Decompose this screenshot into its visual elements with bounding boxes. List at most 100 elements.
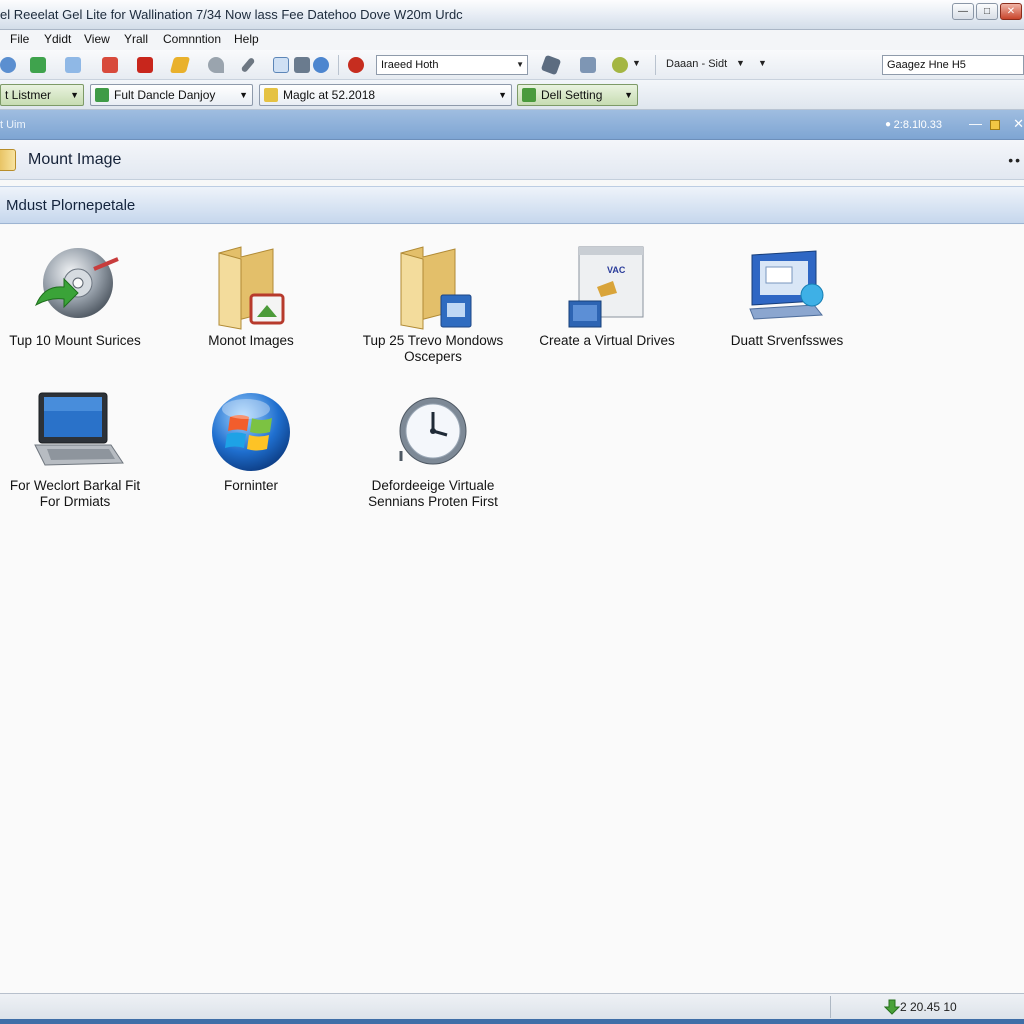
chevron-down-icon: ▼ <box>239 90 248 100</box>
clipboard-icon[interactable] <box>580 57 596 73</box>
view-dropdown[interactable]: Daaan - Sidt <box>666 58 727 70</box>
windows-logo-icon <box>210 391 292 473</box>
item-label: Monot Images <box>208 333 294 348</box>
page-header: Mount Image •• <box>0 140 1024 180</box>
pen-icon[interactable] <box>240 56 256 74</box>
chevron-down-icon: ▼ <box>624 90 633 100</box>
maximize-icon[interactable]: □ <box>976 3 998 20</box>
window-icon[interactable] <box>273 57 289 73</box>
download-arrow-icon <box>883 999 901 1015</box>
refresh-icon[interactable] <box>208 57 224 73</box>
search-input[interactable]: Gaagez Hne H5 <box>882 55 1024 75</box>
menu-tools[interactable]: Yrall <box>124 32 148 46</box>
stop-icon[interactable] <box>137 57 153 73</box>
record-icon[interactable] <box>348 57 364 73</box>
image-combo-value: Maglc at 52.2018 <box>283 88 376 102</box>
minus-icon[interactable]: — <box>969 116 982 131</box>
disc-mount-icon <box>30 245 120 325</box>
globe-icon[interactable] <box>313 57 329 73</box>
home-icon[interactable] <box>30 57 46 73</box>
image-combo[interactable]: Maglc at 52.2018 ▼ <box>259 84 512 106</box>
laptop-icon <box>23 389 127 471</box>
location-text: t Uim <box>0 119 26 131</box>
status-divider <box>830 996 831 1018</box>
window-controls: — □ ✕ <box>952 3 1022 20</box>
menu-file[interactable]: File <box>10 32 29 46</box>
back-icon[interactable] <box>0 57 16 73</box>
item-label: Tup 25 Trevo Mondows Oscepers <box>362 333 504 364</box>
item-data-services[interactable]: Duatt Srvenfsswes <box>712 245 862 355</box>
section-title: Mdust Plornepetale <box>6 197 136 214</box>
list-combo[interactable]: t Listmer ▼ <box>0 84 84 106</box>
grid-icon[interactable] <box>102 57 118 73</box>
section-header: Mdust Plornepetale <box>0 186 1024 224</box>
source-select[interactable]: Iraeed Hoth ▼ <box>376 55 528 75</box>
chevron-down-icon: ▼ <box>516 60 524 69</box>
status-text: 2 20.45 10 <box>900 1000 957 1014</box>
menu-help[interactable]: Help <box>234 32 259 46</box>
device-icon <box>95 88 109 102</box>
item-label: Tup 10 Mount Surices <box>9 333 141 348</box>
item-defordeeige-virtuale[interactable]: Defordeeige Virtuale Sennians Proten Fir… <box>346 389 520 519</box>
item-label: Defordeeige Virtuale Sennians Proten Fir… <box>368 478 498 509</box>
close-pane-icon[interactable]: ✕ <box>1013 116 1024 132</box>
secondary-toolbar: t Listmer ▼ Fult Dancle Danjoy ▼ Maglc a… <box>0 80 1024 110</box>
menu-edit[interactable]: Ydidt <box>44 32 71 46</box>
item-label: Create a Virtual Drives <box>539 333 675 348</box>
main-toolbar: Iraeed Hoth ▼ ▼ Daaan - Sidt ▼ ▼ Gaagez … <box>0 50 1024 80</box>
menu-view[interactable]: View <box>84 32 110 46</box>
folder-icon <box>0 149 16 171</box>
item-create-virtual-drives[interactable]: VAC Create a Virtual Drives <box>526 245 688 355</box>
close-icon[interactable]: ✕ <box>1000 3 1022 20</box>
upload-icon[interactable] <box>65 57 81 73</box>
svg-text:VAC: VAC <box>607 265 626 275</box>
window-title: el Reeelat Gel Lite for Wallination 7/34… <box>0 7 463 22</box>
device-combo-value: Fult Dancle Danjoy <box>114 88 216 102</box>
title-bar: el Reeelat Gel Lite for Wallination 7/34… <box>0 0 1024 30</box>
tag-icon[interactable] <box>169 57 191 73</box>
monitor-icon[interactable] <box>294 57 310 73</box>
clock-icon <box>397 395 469 467</box>
content-area: Tup 10 Mount Surices Monot Images Tup 25… <box>0 225 1024 993</box>
settings-icon <box>522 88 536 102</box>
virtual-drive-box-icon: VAC <box>567 245 647 331</box>
chevron-down-icon: ▼ <box>498 90 507 100</box>
item-windows-openers[interactable]: Tup 25 Trevo Mondows Oscepers <box>346 245 520 375</box>
plant-icon[interactable] <box>612 57 628 73</box>
item-mount-images[interactable]: Monot Images <box>176 245 326 355</box>
chevron-down-icon[interactable]: ▼ <box>758 58 767 68</box>
menu-connection[interactable]: Comnntion <box>163 32 221 46</box>
menu-bar: File Ydidt View Yrall Comnntion Help <box>0 30 1024 50</box>
item-mount-services[interactable]: Tup 10 Mount Surices <box>0 245 150 355</box>
address-bar: t Uim ● 2:8.1l0.33 — ✕ <box>0 110 1024 140</box>
minimize-icon[interactable]: — <box>952 3 974 20</box>
chevron-down-icon[interactable]: ▼ <box>736 58 745 68</box>
folder-images-icon <box>211 245 291 331</box>
folder-icon <box>264 88 278 102</box>
source-select-value: Iraeed Hoth <box>381 59 439 71</box>
settings-combo-value: Dell Setting <box>541 88 603 102</box>
search-input-value: Gaagez Hne H5 <box>887 59 966 71</box>
list-combo-value: t Listmer <box>5 88 52 102</box>
taskbar-strip <box>0 1019 1024 1024</box>
more-options-icon[interactable]: •• <box>1008 152 1022 168</box>
item-forninter[interactable]: Forninter <box>176 389 326 499</box>
folder-windows-icon <box>391 245 475 331</box>
chevron-down-icon: ▼ <box>70 90 79 100</box>
toolbar-separator <box>338 55 339 75</box>
settings-combo[interactable]: Dell Setting ▼ <box>517 84 638 106</box>
item-label: Forninter <box>223 478 279 493</box>
bullet-icon: ● <box>884 119 891 130</box>
item-label: Duatt Srvenfsswes <box>730 333 844 348</box>
toolbar-separator <box>655 55 656 75</box>
pin-icon[interactable] <box>990 120 1000 130</box>
tool-icon[interactable] <box>540 54 562 76</box>
page-title: Mount Image <box>28 151 122 168</box>
device-combo[interactable]: Fult Dancle Danjoy ▼ <box>90 84 253 106</box>
status-bar: 2 20.45 10 <box>0 993 1024 1019</box>
chevron-down-icon[interactable]: ▼ <box>632 58 641 68</box>
item-label: For Weclort Barkal Fit For Drmiats <box>9 478 141 509</box>
item-weclort-barkal[interactable]: For Weclort Barkal Fit For Drmiats <box>0 389 150 519</box>
computer-globe-icon <box>744 249 830 329</box>
time-readout: 2:8.1l0.33 <box>893 119 942 131</box>
